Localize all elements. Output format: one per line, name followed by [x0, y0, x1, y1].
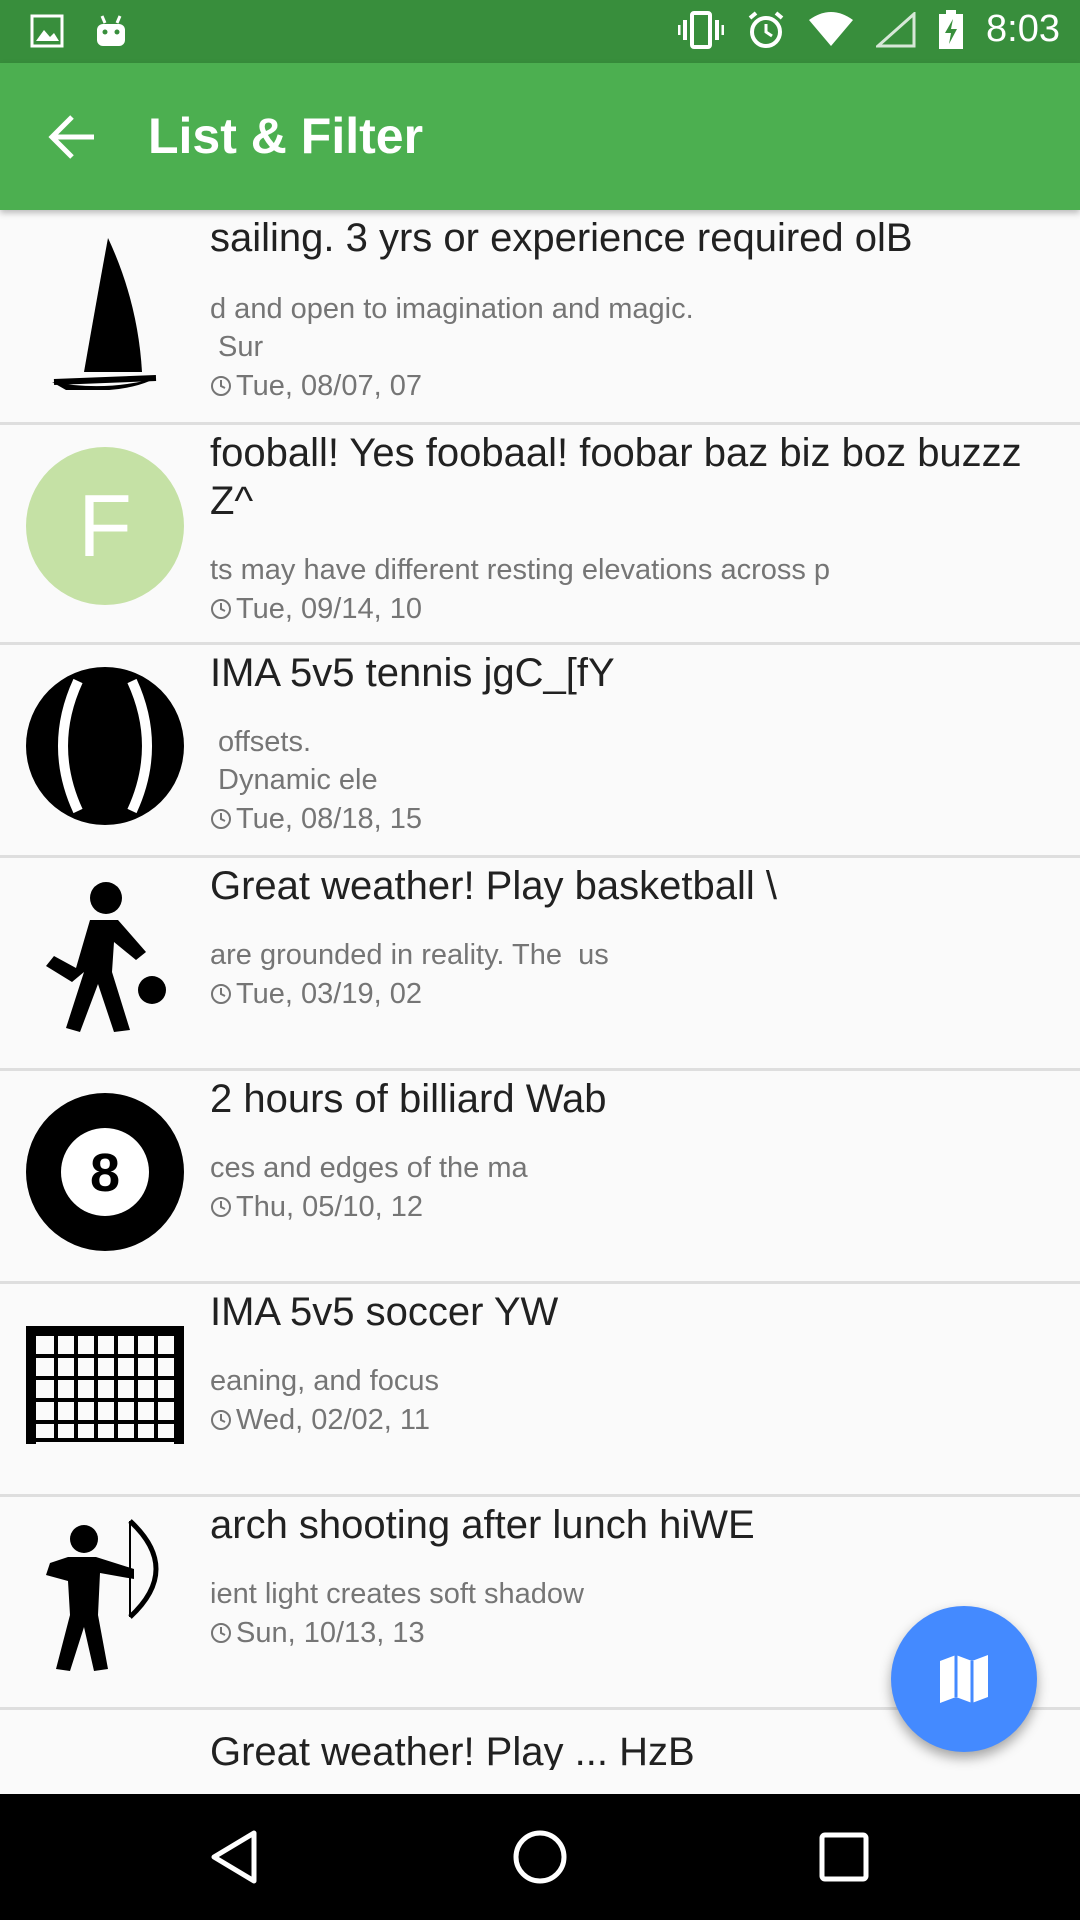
- navigation-bar: [0, 1794, 1080, 1920]
- item-date-text: Thu, 05/10, 12: [236, 1191, 424, 1223]
- item-title: 2 hours of billiard Wab: [210, 1077, 607, 1121]
- item-date-text: Tue, 03/19, 02: [236, 978, 422, 1010]
- item-date-text: Sun, 10/13, 13: [236, 1617, 425, 1649]
- status-time: 8:03: [986, 8, 1060, 50]
- home-circle-icon[interactable]: [510, 1827, 570, 1887]
- item-description: are grounded in reality. The us: [210, 939, 609, 971]
- item-date: Thu, 05/10, 12: [210, 1187, 1070, 1227]
- wifi-icon: [809, 11, 854, 46]
- list-item[interactable]: 8 2 hours of billiard Wab ces and edges …: [0, 1071, 1080, 1284]
- item-title: IMA 5v5 soccer YW: [210, 1290, 559, 1334]
- back-arrow-icon[interactable]: [44, 109, 100, 165]
- item-date: Wed, 02/02, 11: [210, 1400, 1070, 1440]
- item-title: IMA 5v5 tennis jgC_[fY: [210, 651, 615, 695]
- clock-icon: [211, 1410, 231, 1430]
- item-date: Tue, 08/18, 15: [210, 799, 1070, 839]
- item-description: ces and edges of the ma: [210, 1152, 528, 1184]
- item-date: Tue, 08/07, 07: [210, 366, 1070, 406]
- item-date-text: Wed, 02/02, 11: [236, 1404, 431, 1436]
- vibrate-icon: [678, 10, 725, 49]
- item-date-text: Tue, 09/14, 10: [236, 593, 422, 625]
- clock-icon: [211, 1623, 231, 1643]
- item-title: Great weather! Play basketball \: [210, 864, 777, 908]
- back-triangle-icon[interactable]: [206, 1827, 266, 1887]
- item-description: offsets. Dynamic ele: [218, 726, 378, 796]
- letter-avatar: F: [26, 447, 184, 605]
- list-item[interactable]: sailing. 3 yrs or experience required ol…: [0, 210, 1080, 425]
- item-date-text: Tue, 08/07, 07: [236, 370, 422, 402]
- item-title: sailing. 3 yrs or experience required ol…: [210, 216, 913, 260]
- page-title: List & Filter: [148, 108, 424, 164]
- item-description: eaning, and focus: [210, 1365, 439, 1397]
- battery-charging-icon: [939, 9, 964, 49]
- status-bar: 8:03: [0, 0, 1080, 63]
- soccer-goal-icon: [26, 1326, 184, 1444]
- item-date: Tue, 09/14, 10: [210, 589, 1070, 629]
- item-description: d and open to imagination and magic. Sur: [210, 293, 694, 363]
- tennis-ball-icon: [26, 667, 184, 825]
- list-item[interactable]: Great weather! Play basketball \ are gro…: [0, 858, 1080, 1071]
- clock-icon: [211, 1197, 231, 1217]
- android-icon: [97, 15, 125, 46]
- map-icon: [940, 1655, 988, 1703]
- recents-square-icon[interactable]: [814, 1827, 874, 1887]
- map-fab-button[interactable]: [891, 1606, 1037, 1752]
- item-title: arch shooting after lunch hiWE: [210, 1503, 755, 1547]
- avatar-letter: F: [78, 476, 132, 575]
- app-bar: List & Filter: [0, 63, 1080, 210]
- clock-icon: [211, 984, 231, 1004]
- ball-number: 8: [90, 1143, 120, 1203]
- clock-icon: [211, 809, 231, 829]
- activity-list[interactable]: sailing. 3 yrs or experience required ol…: [0, 210, 1080, 1794]
- list-item[interactable]: IMA 5v5 soccer YW eaning, and focus Wed,…: [0, 1284, 1080, 1497]
- alarm-icon: [748, 10, 784, 48]
- signal-icon: [876, 11, 916, 47]
- billiard-8-ball-icon: 8: [26, 1093, 184, 1251]
- archer-icon: [46, 1519, 159, 1671]
- list-item[interactable]: IMA 5v5 tennis jgC_[fY offsets. Dynamic …: [0, 645, 1080, 858]
- item-date: Tue, 03/19, 02: [210, 974, 1070, 1014]
- clock-icon: [211, 376, 231, 396]
- item-description: ts may have different resting elevations…: [210, 554, 831, 586]
- item-date-text: Tue, 08/18, 15: [236, 803, 422, 835]
- clock-icon: [211, 599, 231, 619]
- sailboat-icon: [52, 238, 157, 390]
- item-title: fooball! Yes foobaal! foobar baz biz boz…: [210, 431, 1022, 523]
- image-icon: [30, 14, 64, 48]
- list-item[interactable]: F fooball! Yes foobaal! foobar baz biz b…: [0, 425, 1080, 645]
- item-description: ient light creates soft shadow: [210, 1578, 584, 1610]
- basketball-player-icon: [46, 882, 166, 1032]
